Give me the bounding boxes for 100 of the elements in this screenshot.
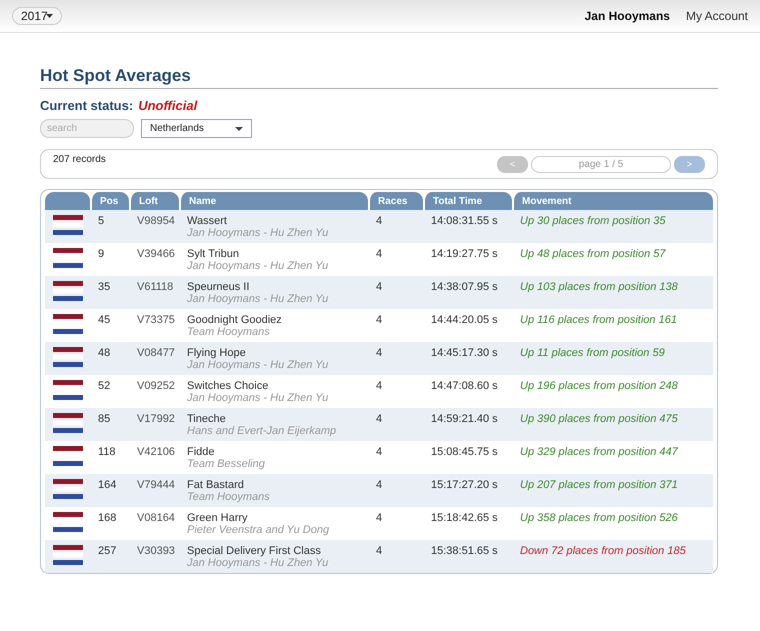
column-header: Name bbox=[179, 192, 368, 210]
table-cell: V61118 bbox=[137, 281, 174, 293]
table-cell: 14:47:08.60 s bbox=[431, 380, 498, 392]
page-indicator: page 1 / 5 bbox=[531, 156, 671, 172]
flag-icon bbox=[53, 413, 83, 433]
table-cell: 15:17:27.20 s bbox=[431, 479, 498, 491]
movement-text: Up 48 places from position 57 bbox=[520, 248, 666, 260]
table-cell: V42106 bbox=[137, 446, 175, 458]
table-cell: 4 bbox=[376, 347, 382, 359]
table-cell: 4 bbox=[376, 512, 382, 524]
flag-icon bbox=[53, 380, 83, 400]
owner-name: Team Besseling bbox=[187, 458, 266, 470]
column-header: Races bbox=[368, 192, 423, 210]
flag-icon bbox=[53, 281, 83, 301]
bird-name: Switches Choice bbox=[187, 380, 270, 392]
table-cell: 164 bbox=[98, 479, 116, 491]
bird-name: Flying Hope bbox=[187, 347, 247, 359]
year-dropdown[interactable]: 2017 bbox=[12, 7, 62, 25]
table-cell: 4 bbox=[376, 248, 382, 260]
table-cell: 14:08:31.55 s bbox=[431, 215, 498, 227]
movement-text: Up 30 places from position 35 bbox=[520, 215, 666, 227]
user-name: Jan Hooymans bbox=[584, 9, 670, 23]
column-header: Total Time bbox=[423, 192, 512, 210]
table-cell: V17992 bbox=[137, 413, 175, 425]
table-cell: 9 bbox=[98, 248, 104, 260]
table-cell: 4 bbox=[376, 545, 382, 557]
table-cell: 4 bbox=[376, 215, 382, 227]
owner-name: Team Hooymans bbox=[187, 326, 271, 338]
table-cell: 257 bbox=[98, 545, 116, 557]
bird-name: Wassert bbox=[187, 215, 228, 227]
table-cell: V08477 bbox=[137, 347, 175, 359]
country-dropdown[interactable]: Netherlands bbox=[141, 119, 252, 138]
flag-icon bbox=[53, 479, 83, 499]
flag-icon bbox=[53, 248, 83, 268]
table-cell: 4 bbox=[376, 380, 382, 392]
status-label: Current status: bbox=[40, 98, 134, 113]
table-cell: V30393 bbox=[137, 545, 175, 557]
flag-icon bbox=[53, 545, 83, 565]
table-cell: V09252 bbox=[137, 380, 175, 392]
table-cell: 4 bbox=[376, 413, 382, 425]
table-cell: 4 bbox=[376, 281, 382, 293]
table-cell: 45 bbox=[98, 314, 110, 326]
table-cell: 15:38:51.65 s bbox=[431, 545, 498, 557]
table-cell: 168 bbox=[98, 512, 116, 524]
flag-icon bbox=[53, 215, 83, 235]
owner-name: Jan Hooymans - Hu Zhen Yu bbox=[187, 392, 330, 404]
table-cell: 5 bbox=[98, 215, 104, 227]
bird-name: Special Delivery First Class bbox=[187, 545, 322, 557]
caret-icon bbox=[235, 126, 243, 130]
my-account-link[interactable]: My Account bbox=[686, 9, 748, 23]
owner-name: Pieter Veenstra and Yu Dong bbox=[187, 524, 330, 536]
table-cell: 14:38:07.95 s bbox=[431, 281, 498, 293]
bird-name: Fidde bbox=[187, 446, 216, 458]
column-header bbox=[45, 192, 90, 210]
flag-icon bbox=[53, 512, 83, 532]
table-cell: 15:18:42.65 s bbox=[431, 512, 498, 524]
bird-name: Sylt Tribun bbox=[187, 248, 240, 260]
table-cell: 15:08:45.75 s bbox=[431, 446, 498, 458]
bird-name: Fat Bastard bbox=[187, 479, 245, 491]
movement-text: Up 103 places from position 138 bbox=[520, 281, 678, 293]
table-cell: 48 bbox=[98, 347, 110, 359]
table-cell: V73375 bbox=[137, 314, 175, 326]
movement-text: Down 72 places from position 185 bbox=[520, 545, 686, 557]
bird-name: Speurneus II bbox=[187, 281, 250, 293]
table-cell: 14:45:17.30 s bbox=[431, 347, 498, 359]
bird-name: Tineche bbox=[187, 413, 227, 425]
column-header: Movement bbox=[512, 192, 713, 210]
table-cell: 4 bbox=[376, 479, 382, 491]
table-cell: 35 bbox=[98, 281, 110, 293]
record-count: 207 records bbox=[53, 154, 106, 167]
movement-text: Up 358 places from position 526 bbox=[520, 512, 678, 524]
table-cell: 4 bbox=[376, 446, 382, 458]
flag-icon bbox=[53, 446, 83, 466]
owner-name: Hans and Evert-Jan Eijerkamp bbox=[187, 425, 338, 437]
caret-icon bbox=[46, 14, 53, 18]
owner-name: Jan Hooymans - Hu Zhen Yu bbox=[187, 227, 330, 239]
table-cell: V39466 bbox=[137, 248, 175, 260]
movement-text: Up 390 places from position 475 bbox=[520, 413, 678, 425]
movement-text: Up 11 places from position 59 bbox=[520, 347, 665, 359]
owner-name: Jan Hooymans - Hu Zhen Yu bbox=[187, 557, 330, 569]
bird-name: Green Harry bbox=[187, 512, 249, 524]
flag-icon bbox=[53, 314, 83, 334]
movement-text: Up 207 places from position 371 bbox=[520, 479, 678, 491]
movement-text: Up 196 places from position 248 bbox=[520, 380, 678, 392]
flag-icon bbox=[53, 347, 83, 367]
page-title: Hot Spot Averages bbox=[40, 66, 718, 89]
owner-name: Jan Hooymans - Hu Zhen Yu bbox=[187, 293, 330, 305]
table-cell: V79444 bbox=[137, 479, 175, 491]
owner-name: Jan Hooymans - Hu Zhen Yu bbox=[187, 359, 330, 371]
table-cell: V98954 bbox=[137, 215, 175, 227]
table-cell: 118 bbox=[98, 446, 116, 458]
table-cell: V08164 bbox=[137, 512, 175, 524]
table-cell: 4 bbox=[376, 314, 382, 326]
search-field[interactable]: search bbox=[40, 119, 134, 138]
owner-name: Team Hooymans bbox=[187, 491, 271, 503]
column-header: Pos bbox=[90, 192, 129, 210]
movement-text: Up 116 places from position 161 bbox=[520, 314, 677, 326]
table-cell: 14:44:20.05 s bbox=[431, 314, 498, 326]
table-cell: 14:19:27.75 s bbox=[431, 248, 498, 260]
column-header: Loft bbox=[129, 192, 179, 210]
